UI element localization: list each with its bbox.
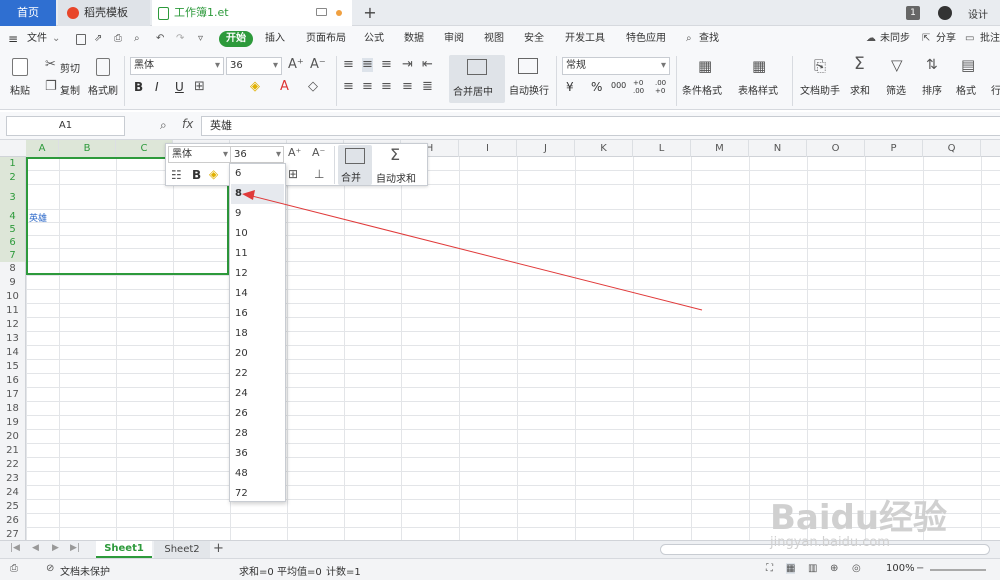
status-bar: ⎙ ⊘ 文档未保护 求和=0 平均值=0 计数=1 ⛶ ▦ ▥ ⊕ ◎ 100%… bbox=[0, 558, 1000, 580]
baidu-watermark-logo: Baidu经验 bbox=[770, 498, 948, 538]
page-layout-icon[interactable]: ▥ bbox=[808, 563, 817, 574]
protect-status[interactable]: 文档未保护 bbox=[60, 563, 110, 578]
sheet-layout-icon[interactable]: ⎙ bbox=[10, 563, 18, 574]
baidu-watermark-url: jingyan.baidu.com bbox=[770, 535, 890, 550]
status-sum: 求和=0 bbox=[239, 567, 274, 578]
add-sheet-button[interactable]: + bbox=[213, 541, 224, 556]
zoom-slider[interactable] bbox=[930, 569, 986, 571]
page-break-icon[interactable]: ⊕ bbox=[830, 563, 838, 574]
zoom-level[interactable]: 100% bbox=[886, 563, 915, 574]
status-count: 计数=1 bbox=[326, 567, 361, 578]
eye-care-icon[interactable]: ◎ bbox=[852, 563, 861, 574]
status-average: 平均值=0 bbox=[277, 567, 322, 578]
zoom-out-icon[interactable]: − bbox=[916, 563, 924, 574]
first-sheet-icon[interactable]: |◀ bbox=[10, 543, 20, 553]
sheet-tab-sheet2[interactable]: Sheet2 bbox=[154, 541, 210, 558]
protect-icon: ⊘ bbox=[46, 563, 55, 574]
arrow-head-icon bbox=[242, 190, 255, 200]
sheet-tab-sheet1[interactable]: Sheet1 bbox=[96, 541, 152, 558]
last-sheet-icon[interactable]: ▶| bbox=[70, 543, 80, 553]
fullscreen-icon[interactable]: ⛶ bbox=[766, 563, 773, 574]
prev-sheet-icon[interactable]: ◀ bbox=[32, 543, 39, 553]
next-sheet-icon[interactable]: ▶ bbox=[52, 543, 59, 553]
arrow-line bbox=[251, 195, 703, 311]
normal-view-icon[interactable]: ▦ bbox=[786, 563, 796, 574]
